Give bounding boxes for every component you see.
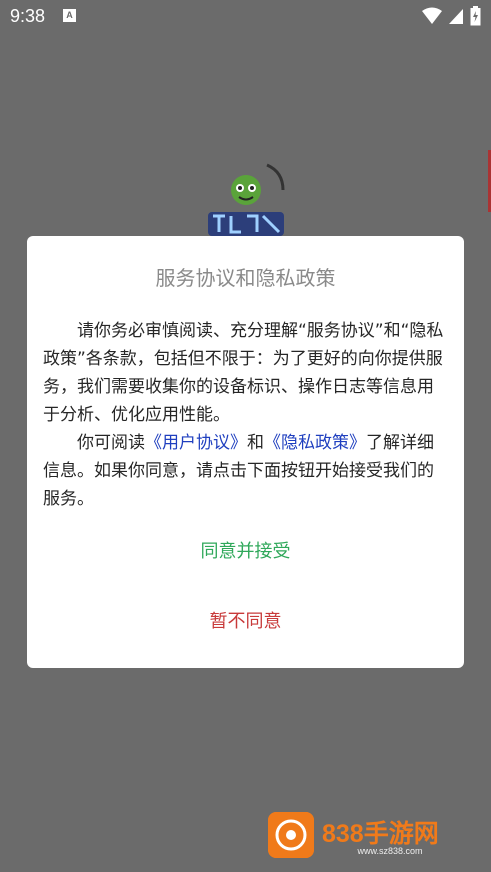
status-icons [422, 6, 481, 26]
watermark-url: www.sz838.com [357, 846, 423, 856]
watermark-logo-icon [268, 812, 314, 858]
agree-button[interactable]: 同意并接受 [27, 530, 464, 574]
dialog-body: 请你务必审慎阅读、充分理解“服务协议”和“隐私政策”各条款，包括但不限于：为了更… [43, 317, 447, 513]
notification-icon: A [63, 9, 76, 22]
terms-paragraph: 请你务必审慎阅读、充分理解“服务协议”和“隐私政策”各条款，包括但不限于：为了更… [43, 321, 444, 425]
app-logo [208, 163, 285, 236]
signal-icon [449, 9, 463, 24]
watermark-title: 838手游网 [322, 820, 439, 848]
links-prefix: 你可阅读 [77, 433, 145, 453]
links-paragraph: 你可阅读《用户协议》和《隐私政策》了解详细信息。如果你同意，请点击下面按钮开始接… [43, 429, 447, 513]
user-agreement-link[interactable]: 《用户协议》 [145, 433, 247, 453]
watermark: 838手游网 www.sz838.com [266, 812, 466, 862]
links-and: 和 [247, 433, 264, 453]
status-time: 9:38 [10, 6, 46, 26]
status-bar: 9:38 A [0, 0, 491, 34]
dialog-title: 服务协议和隐私政策 [155, 266, 336, 290]
disagree-button[interactable]: 暂不同意 [27, 600, 464, 644]
privacy-policy-link[interactable]: 《隐私政策》 [264, 433, 366, 453]
wifi-icon [422, 7, 442, 24]
battery-icon [470, 6, 481, 26]
